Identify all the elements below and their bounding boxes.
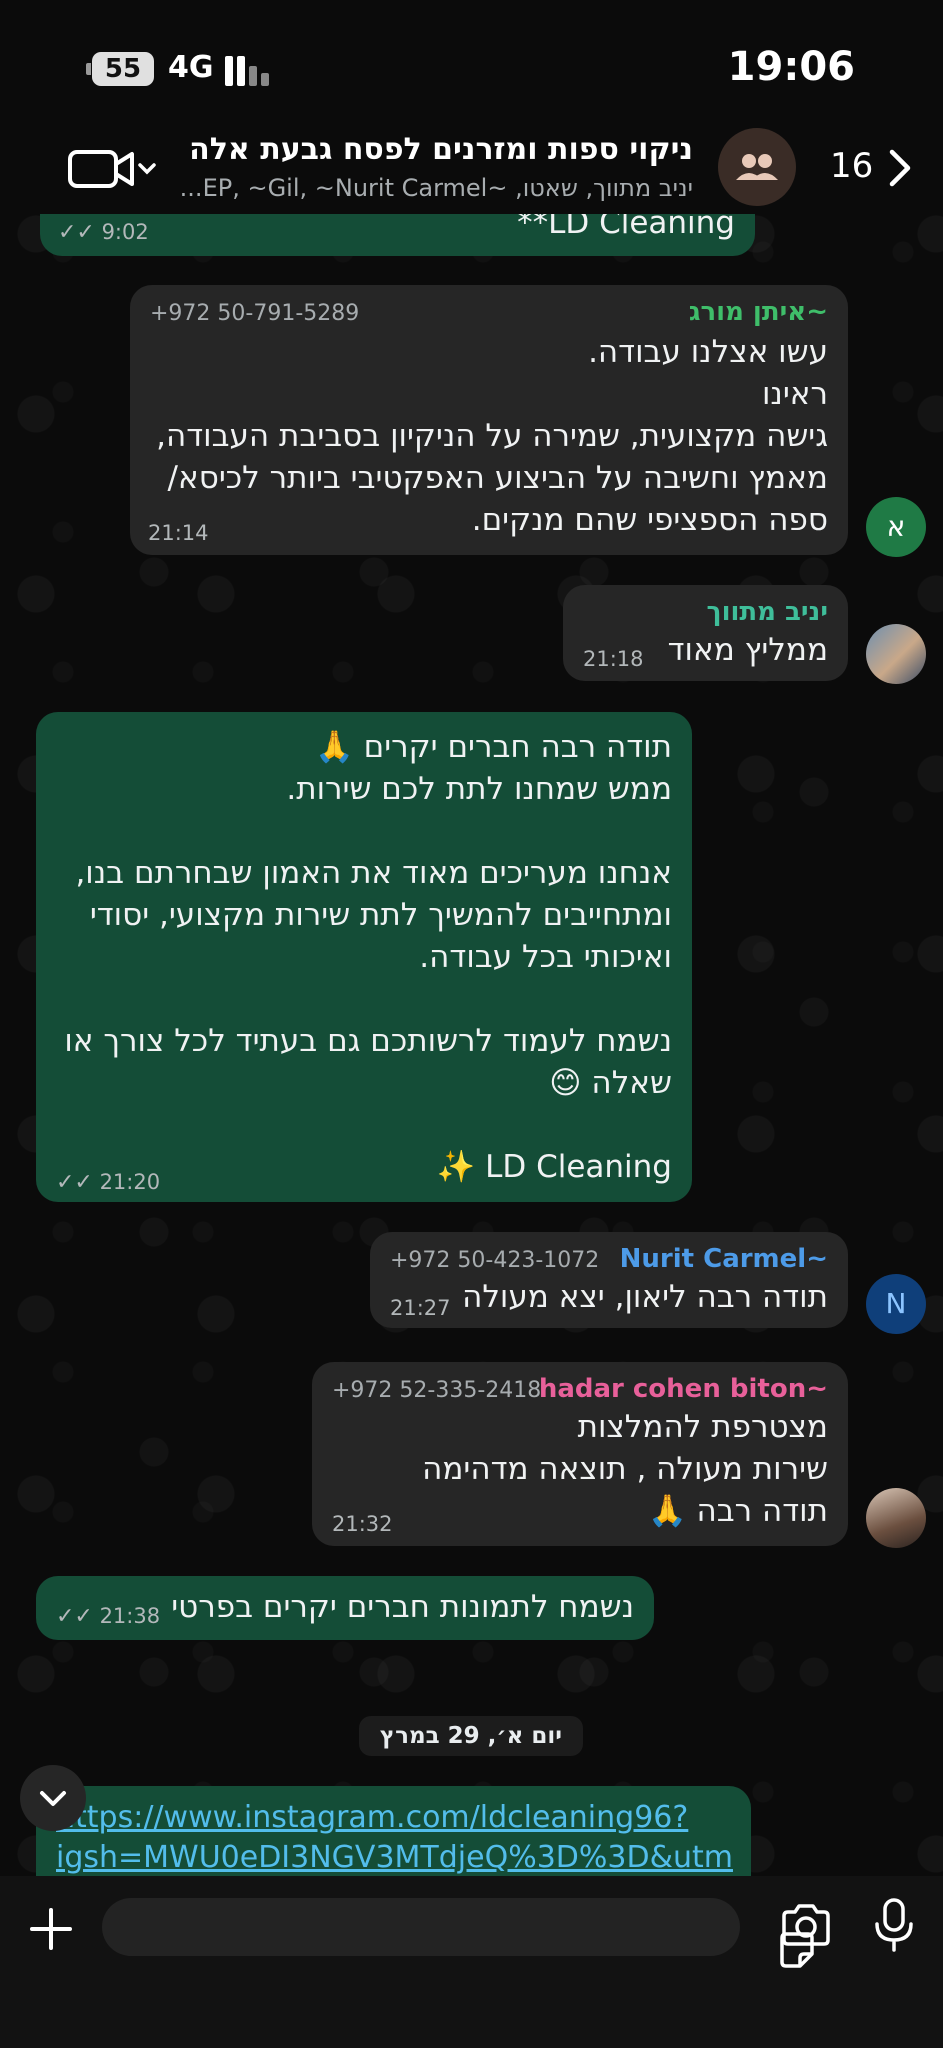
message-text: עשו אצלנו עבודה. ראינו גישה מקצועית, שמי…: [156, 334, 828, 538]
sender-phone: +972 50-791-5289: [150, 301, 360, 326]
message-time: ✓✓ 21:38: [56, 1604, 161, 1629]
date-divider: יום א׳, 29 במרץ: [359, 1716, 583, 1756]
camera-icon[interactable]: [780, 1900, 832, 1956]
signal-icon: [225, 52, 275, 86]
message-bubble-incoming[interactable]: ~איתן מורג +972 50-791-5289 עשו אצלנו עב…: [130, 285, 848, 555]
avatar[interactable]: א: [866, 497, 926, 557]
scroll-down-button[interactable]: [20, 1765, 86, 1831]
message-bubble-outgoing[interactable]: תודה רבה חברים יקרים 🙏 ממש שמחנו לתת לכם…: [36, 712, 692, 1202]
message-text: מצטרפת להמלצות שירות מעולה , תוצאה מדהימ…: [422, 1409, 828, 1529]
message-text: תודה רבה חברים יקרים 🙏 ממש שמחנו לתת לכם…: [64, 729, 672, 1185]
plus-icon[interactable]: [28, 1902, 74, 1960]
double-check-icon: ✓✓: [58, 220, 95, 245]
message-link[interactable]: igsh=MWU0eDI3NGV3MTdjeQ%3D%3D&utm: [56, 1838, 733, 1878]
battery-indicator: 55: [86, 52, 154, 86]
avatar[interactable]: N: [866, 1274, 926, 1334]
microphone-icon[interactable]: [872, 1896, 916, 1960]
message-input[interactable]: [122, 1898, 666, 1958]
message-bubble-outgoing[interactable]: נשמח לתמונות חברים יקרים בפרטי ✓✓ 21:38: [36, 1576, 654, 1640]
avatar[interactable]: [866, 1488, 926, 1548]
sender-phone: +972 52-335-2418: [332, 1378, 542, 1403]
message-text: ממליץ מאוד: [667, 632, 828, 668]
group-title[interactable]: ניקוי ספות ומזרנים לפסח גבעת אלה: [189, 132, 693, 167]
group-avatar-icon[interactable]: [718, 128, 796, 206]
sender-name[interactable]: יניב מתווך: [707, 597, 828, 627]
message-bubble-incoming[interactable]: ~hadar cohen biton +972 52-335-2418 מצטר…: [312, 1362, 848, 1546]
double-check-icon: ✓✓: [56, 1604, 93, 1629]
video-call-icon[interactable]: [68, 148, 158, 194]
group-members[interactable]: יניב מתווך, שאטו, ~EP, ~Gil, ~Nurit Carm…: [180, 174, 693, 202]
message-link[interactable]: https://www.instagram.com/ldcleaning96?: [56, 1798, 688, 1838]
message-time: 21:32: [332, 1512, 393, 1536]
status-bar: 55 4G 19:06: [0, 0, 943, 130]
message-text: נשמח לתמונות חברים יקרים בפרטי: [171, 1589, 634, 1625]
message-input-container[interactable]: [102, 1898, 814, 1968]
message-bubble-incoming[interactable]: יניב מתווך ממליץ מאוד 21:18: [563, 585, 848, 681]
message-time: 21:18: [583, 647, 644, 671]
sender-name[interactable]: ~hadar cohen biton: [539, 1374, 828, 1404]
unread-count[interactable]: 16: [830, 146, 873, 186]
message-time: ✓✓ 21:20: [56, 1170, 161, 1195]
sender-name[interactable]: ~איתן מורג: [689, 297, 828, 327]
scroll-down-chevron-icon: [40, 1791, 66, 1806]
chat-header: ניקוי ספות ומזרנים לפסח גבעת אלה יניב מת…: [0, 118, 943, 214]
message-time: 21:27: [390, 1296, 451, 1320]
double-check-icon: ✓✓: [56, 1170, 93, 1195]
message-time: ✓✓ 9:02: [58, 220, 149, 245]
network-type: 4G: [168, 50, 214, 85]
message-bubble-incoming[interactable]: ~Nurit Carmel +972 50-423-1072 תודה רבה …: [370, 1232, 848, 1328]
avatar[interactable]: [866, 624, 926, 684]
sender-name[interactable]: ~Nurit Carmel: [620, 1244, 828, 1274]
message-composer: [0, 1876, 943, 2048]
sender-phone: +972 50-423-1072: [390, 1248, 600, 1273]
back-chevron-icon[interactable]: [886, 148, 914, 192]
status-time: 19:06: [727, 44, 855, 90]
message-time: 21:14: [148, 521, 209, 545]
message-text: תודה רבה ליאון, יצא מעולה: [462, 1279, 828, 1315]
